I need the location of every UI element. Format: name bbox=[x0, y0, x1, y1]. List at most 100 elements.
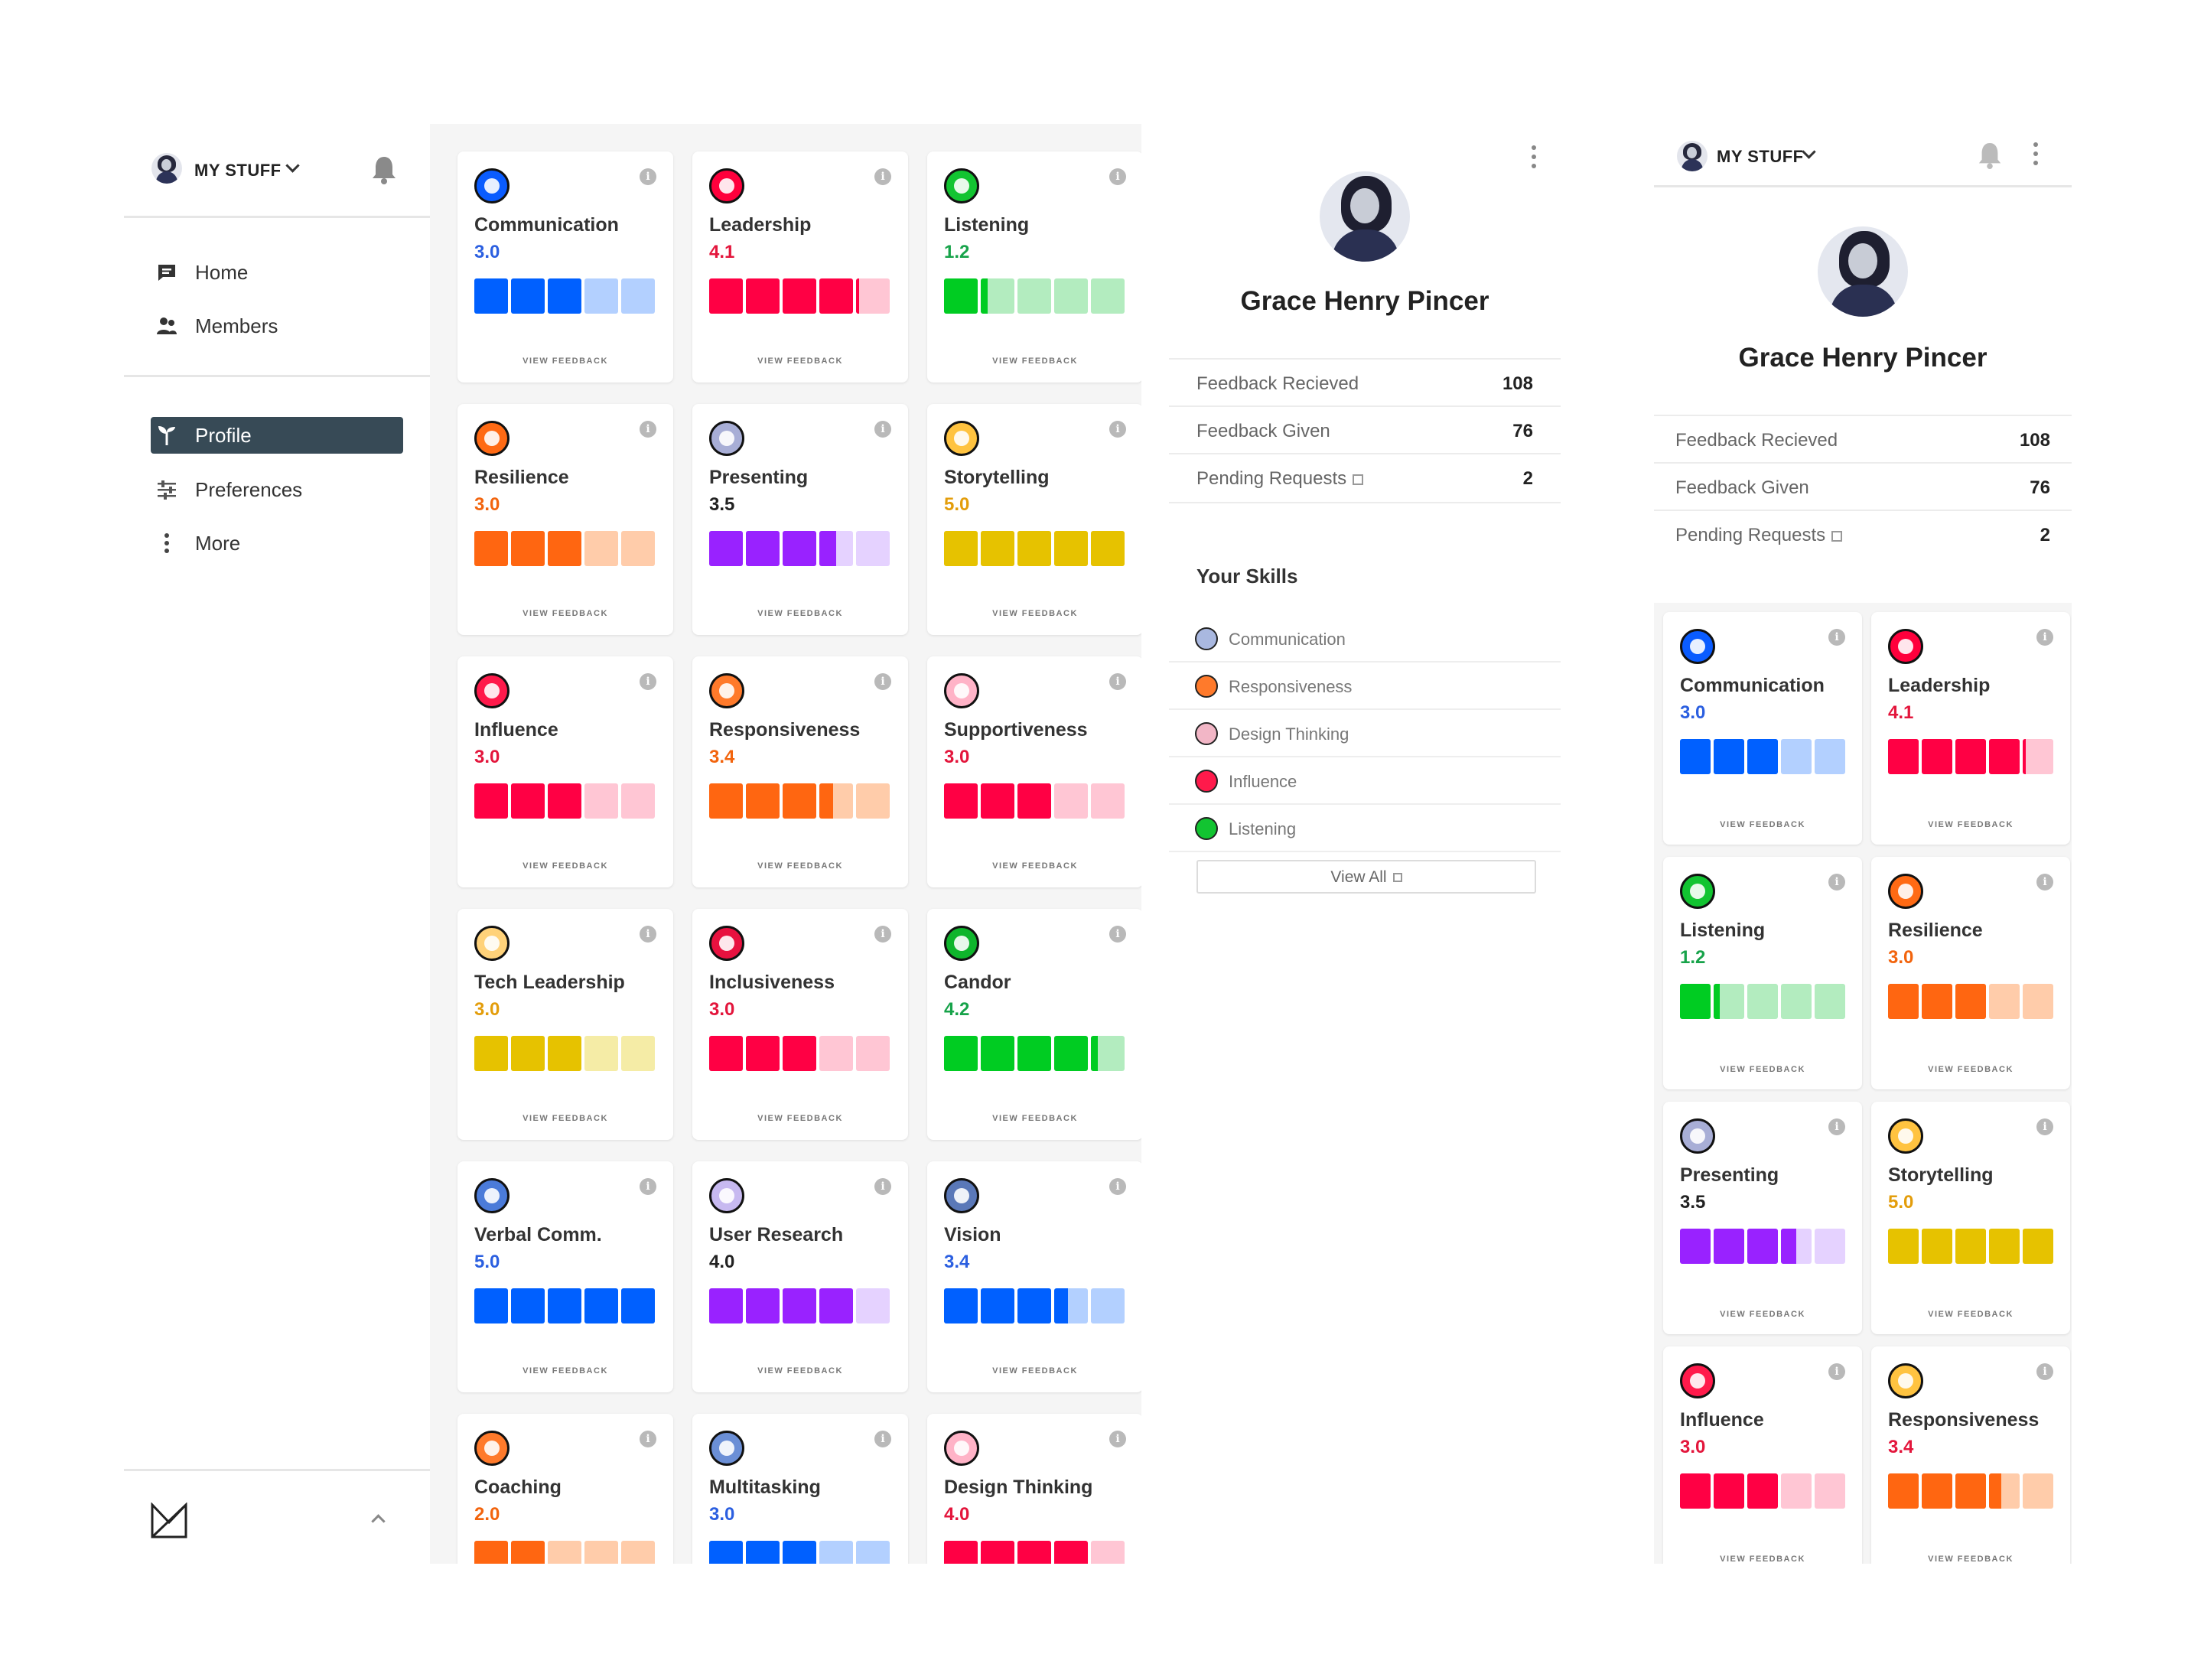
sidebar-item-preferences[interactable]: Preferences bbox=[151, 471, 403, 508]
m-logo-icon[interactable] bbox=[150, 1503, 188, 1539]
my-stuff-label[interactable]: MY STUFF bbox=[1717, 147, 1804, 167]
view-feedback-link[interactable]: VIEW FEEDBACK bbox=[927, 357, 1141, 366]
chevron-up-icon[interactable] bbox=[371, 1514, 386, 1529]
info-icon[interactable]: i bbox=[1828, 1363, 1845, 1380]
skill-card[interactable]: i Influence 3.0 VIEW FEEDBACK bbox=[457, 656, 673, 887]
info-icon[interactable]: i bbox=[1109, 926, 1126, 943]
skill-card[interactable]: i Presenting 3.5 VIEW FEEDBACK bbox=[1663, 1102, 1862, 1334]
sidebar-item-home[interactable]: Home bbox=[151, 254, 403, 291]
info-icon[interactable]: i bbox=[1828, 1118, 1845, 1135]
external-link-icon[interactable] bbox=[1353, 474, 1364, 485]
info-icon[interactable]: i bbox=[640, 168, 656, 185]
skill-card[interactable]: i Verbal Comm. 5.0 VIEW FEEDBACK bbox=[457, 1161, 673, 1392]
your-skill-item[interactable]: Listening bbox=[1169, 805, 1561, 852]
your-skill-item[interactable]: Communication bbox=[1169, 615, 1561, 663]
view-feedback-link[interactable]: VIEW FEEDBACK bbox=[1871, 1555, 2070, 1564]
user-avatar[interactable] bbox=[1677, 141, 1708, 171]
view-feedback-link[interactable]: VIEW FEEDBACK bbox=[927, 861, 1141, 871]
skill-card[interactable]: i Resilience 3.0 VIEW FEEDBACK bbox=[1871, 857, 2070, 1089]
sidebar-item-profile[interactable]: Profile bbox=[151, 417, 403, 454]
info-icon[interactable]: i bbox=[874, 673, 891, 690]
bell-icon[interactable] bbox=[1977, 141, 2003, 170]
your-skill-item[interactable]: Design Thinking bbox=[1169, 710, 1561, 757]
chevron-down-icon[interactable] bbox=[285, 158, 300, 173]
skill-card[interactable]: i Communication 3.0 VIEW FEEDBACK bbox=[457, 151, 673, 383]
view-feedback-link[interactable]: VIEW FEEDBACK bbox=[692, 861, 908, 871]
info-icon[interactable]: i bbox=[2036, 1118, 2053, 1135]
skill-card[interactable]: i Leadership 4.1 VIEW FEEDBACK bbox=[692, 151, 908, 383]
view-feedback-link[interactable]: VIEW FEEDBACK bbox=[1663, 1310, 1862, 1319]
skill-card[interactable]: i User Research 4.0 VIEW FEEDBACK bbox=[692, 1161, 908, 1392]
info-icon[interactable]: i bbox=[1109, 673, 1126, 690]
skill-card[interactable]: iDesign Thinking4.0VIEW FEEDBACK bbox=[927, 1414, 1141, 1564]
your-skill-item[interactable]: Influence bbox=[1169, 757, 1561, 805]
view-feedback-link[interactable]: VIEW FEEDBACK bbox=[927, 1366, 1141, 1376]
view-feedback-link[interactable]: VIEW FEEDBACK bbox=[927, 1114, 1141, 1123]
skill-card[interactable]: i Influence 3.0 VIEW FEEDBACK bbox=[1663, 1346, 1862, 1564]
skill-card[interactable]: i Tech Leadership 3.0 VIEW FEEDBACK bbox=[457, 909, 673, 1140]
view-feedback-link[interactable]: VIEW FEEDBACK bbox=[1871, 820, 2070, 829]
info-icon[interactable]: i bbox=[874, 168, 891, 185]
stat-pending-requests[interactable]: Pending Requests 2 bbox=[1654, 510, 2072, 558]
info-icon[interactable]: i bbox=[1828, 629, 1845, 646]
info-icon[interactable]: i bbox=[640, 673, 656, 690]
view-all-button[interactable]: View All bbox=[1196, 860, 1536, 894]
view-feedback-link[interactable]: VIEW FEEDBACK bbox=[457, 861, 673, 871]
skill-card[interactable]: i Resilience 3.0 VIEW FEEDBACK bbox=[457, 404, 673, 635]
external-link-icon[interactable] bbox=[1831, 530, 1843, 542]
view-feedback-link[interactable]: VIEW FEEDBACK bbox=[692, 357, 908, 366]
skill-card[interactable]: i Leadership 4.1 VIEW FEEDBACK bbox=[1871, 612, 2070, 845]
view-feedback-link[interactable]: VIEW FEEDBACK bbox=[692, 1114, 908, 1123]
kebab-menu-icon[interactable] bbox=[1532, 145, 1536, 173]
view-feedback-link[interactable]: VIEW FEEDBACK bbox=[1663, 1065, 1862, 1074]
view-feedback-link[interactable]: VIEW FEEDBACK bbox=[692, 609, 908, 618]
view-feedback-link[interactable]: VIEW FEEDBACK bbox=[457, 357, 673, 366]
bell-icon[interactable] bbox=[370, 155, 398, 185]
your-skill-item[interactable]: Responsiveness bbox=[1169, 663, 1561, 710]
info-icon[interactable]: i bbox=[640, 926, 656, 943]
view-feedback-link[interactable]: VIEW FEEDBACK bbox=[457, 1366, 673, 1376]
view-feedback-link[interactable]: VIEW FEEDBACK bbox=[1871, 1065, 2070, 1074]
user-avatar[interactable] bbox=[151, 153, 182, 184]
skill-card[interactable]: i Inclusiveness 3.0 VIEW FEEDBACK bbox=[692, 909, 908, 1140]
chevron-down-icon[interactable] bbox=[1802, 145, 1816, 159]
info-icon[interactable]: i bbox=[640, 1431, 656, 1447]
info-icon[interactable]: i bbox=[2036, 874, 2053, 890]
info-icon[interactable]: i bbox=[874, 1431, 891, 1447]
view-feedback-link[interactable]: VIEW FEEDBACK bbox=[692, 1366, 908, 1376]
view-feedback-link[interactable]: VIEW FEEDBACK bbox=[1663, 1555, 1862, 1564]
skill-card[interactable]: i Storytelling 5.0 VIEW FEEDBACK bbox=[1871, 1102, 2070, 1334]
info-icon[interactable]: i bbox=[640, 1178, 656, 1195]
info-icon[interactable]: i bbox=[640, 421, 656, 438]
info-icon[interactable]: i bbox=[874, 421, 891, 438]
sidebar-item-members[interactable]: Members bbox=[151, 308, 403, 344]
view-feedback-link[interactable]: VIEW FEEDBACK bbox=[457, 609, 673, 618]
skill-card[interactable]: i Supportiveness 3.0 VIEW FEEDBACK bbox=[927, 656, 1141, 887]
skill-card[interactable]: i Responsiveness 3.4 VIEW FEEDBACK bbox=[1871, 1346, 2070, 1564]
kebab-menu-icon[interactable] bbox=[2033, 142, 2038, 170]
info-icon[interactable]: i bbox=[1109, 1431, 1126, 1447]
skill-card[interactable]: iMultitasking3.0VIEW FEEDBACK bbox=[692, 1414, 908, 1564]
skill-card[interactable]: i Communication 3.0 VIEW FEEDBACK bbox=[1663, 612, 1862, 845]
view-feedback-link[interactable]: VIEW FEEDBACK bbox=[1871, 1310, 2070, 1319]
info-icon[interactable]: i bbox=[874, 926, 891, 943]
skill-card[interactable]: i Storytelling 5.0 VIEW FEEDBACK bbox=[927, 404, 1141, 635]
skill-card[interactable]: i Responsiveness 3.4 VIEW FEEDBACK bbox=[692, 656, 908, 887]
view-feedback-link[interactable]: VIEW FEEDBACK bbox=[927, 609, 1141, 618]
view-feedback-link[interactable]: VIEW FEEDBACK bbox=[457, 1114, 673, 1123]
info-icon[interactable]: i bbox=[1109, 168, 1126, 185]
stat-pending-requests[interactable]: Pending Requests 2 bbox=[1169, 453, 1561, 503]
info-icon[interactable]: i bbox=[1109, 421, 1126, 438]
info-icon[interactable]: i bbox=[2036, 1363, 2053, 1380]
info-icon[interactable]: i bbox=[1109, 1178, 1126, 1195]
info-icon[interactable]: i bbox=[2036, 629, 2053, 646]
skill-card[interactable]: i Vision 3.4 VIEW FEEDBACK bbox=[927, 1161, 1141, 1392]
skill-card[interactable]: iCoaching2.0VIEW FEEDBACK bbox=[457, 1414, 673, 1564]
my-stuff-label[interactable]: MY STUFF bbox=[194, 161, 282, 181]
skill-card[interactable]: i Candor 4.2 VIEW FEEDBACK bbox=[927, 909, 1141, 1140]
skill-card[interactable]: i Listening 1.2 VIEW FEEDBACK bbox=[927, 151, 1141, 383]
view-feedback-link[interactable]: VIEW FEEDBACK bbox=[1663, 820, 1862, 829]
sidebar-item-more[interactable]: More bbox=[151, 525, 403, 562]
info-icon[interactable]: i bbox=[874, 1178, 891, 1195]
skill-card[interactable]: i Presenting 3.5 VIEW FEEDBACK bbox=[692, 404, 908, 635]
